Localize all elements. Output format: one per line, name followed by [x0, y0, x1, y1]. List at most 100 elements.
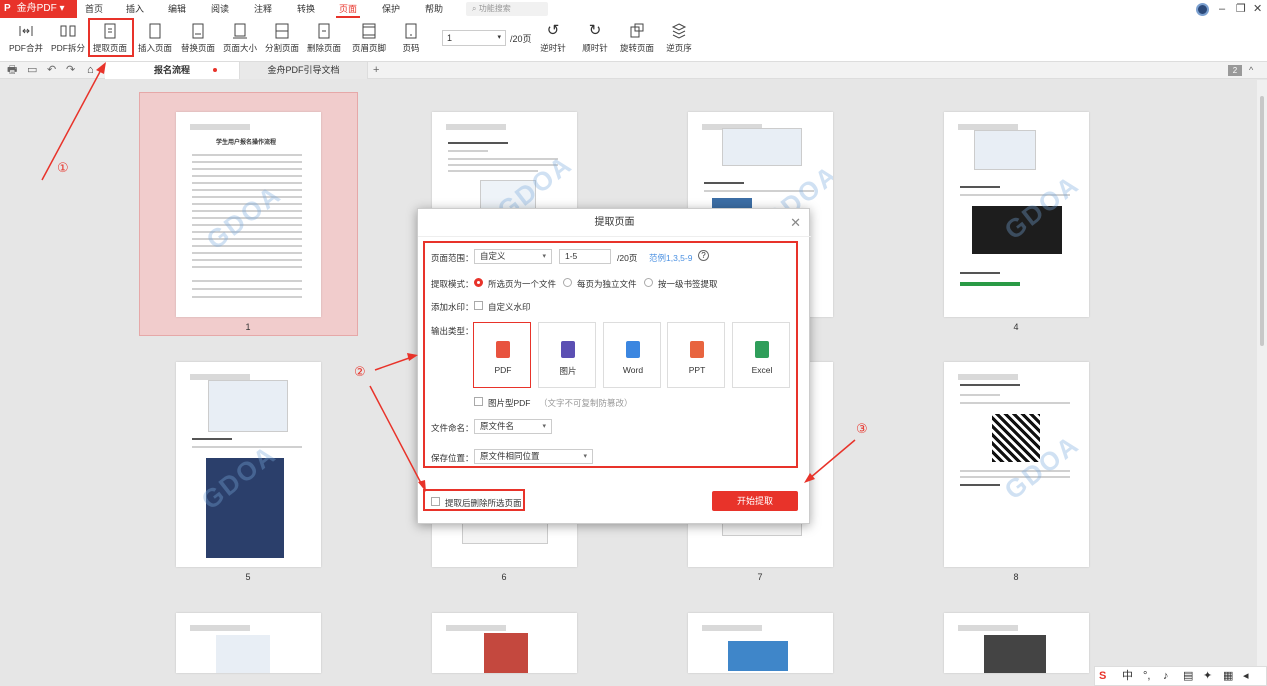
start-extract-button[interactable]: 开始提取 [712, 491, 798, 511]
output-type-label: PDF [494, 365, 512, 375]
page-thumbnail-1[interactable]: 学生用户报名操作流程 GDOA [176, 112, 321, 317]
mode-radio-single[interactable] [474, 278, 483, 287]
custom-watermark-label: 自定义水印 [488, 302, 531, 312]
replace-page-button[interactable]: 替换页面 [180, 20, 216, 60]
home-icon[interactable]: ⌂ [87, 63, 94, 77]
range-input[interactable]: 1-5 [559, 249, 611, 264]
toc-line [192, 266, 302, 268]
watermark-label: 添加水印： [431, 302, 474, 312]
delete-after-checkbox[interactable] [431, 497, 440, 506]
menu-home[interactable]: 首页 [84, 0, 104, 18]
tab-guide-document[interactable]: 金舟PDF引导文档 [240, 62, 368, 79]
menu-convert[interactable]: 转换 [296, 0, 316, 18]
skin-icon[interactable]: ✦ [1203, 669, 1212, 683]
custom-watermark-checkbox[interactable] [474, 301, 483, 310]
output-label: 输出类型： [431, 326, 474, 336]
insert-page-label: 插入页面 [137, 43, 172, 53]
mode-radio-bookmark[interactable] [644, 278, 653, 287]
output-type-excel[interactable]: Excel [732, 322, 790, 388]
user-avatar[interactable] [1196, 3, 1209, 16]
menu-edit[interactable]: 编辑 [167, 0, 187, 18]
page-thumbnail-4[interactable]: GDOA [944, 112, 1089, 317]
filename-select[interactable]: 原文件名 ▾ [474, 419, 552, 434]
menu-help[interactable]: 帮助 [424, 0, 444, 18]
toc-line [192, 288, 302, 290]
save-location-label: 保存位置： [431, 453, 474, 463]
microphone-icon[interactable]: ♪ [1163, 669, 1169, 683]
page-total-label: /20页 [510, 34, 532, 44]
pdf-merge-label: PDF合并 [8, 43, 43, 53]
reverse-order-button[interactable]: 逆页序 [661, 20, 697, 60]
image-pdf-checkbox[interactable] [474, 397, 483, 406]
output-type-image[interactable]: 图片 [538, 322, 596, 388]
page-header [190, 124, 250, 130]
menu-page[interactable]: 页面 [336, 0, 360, 18]
dialog-close-icon[interactable]: ✕ [790, 215, 801, 231]
rotate-page-button[interactable]: 旋转页面 [619, 20, 655, 60]
range-select[interactable]: 自定义 ▾ [474, 249, 552, 264]
page-number-input[interactable]: 1 ▾ [442, 30, 506, 46]
page-thumbnail-11[interactable] [688, 613, 833, 673]
page-size-label: 页面大小 [222, 43, 257, 53]
collapse-icon[interactable]: ^ [1249, 63, 1253, 77]
undo-icon[interactable]: ↶ [47, 63, 56, 77]
grid-icon[interactable]: ▦ [1223, 669, 1233, 683]
save-location-select[interactable]: 原文件相同位置 ▾ [474, 449, 593, 464]
menu-protect[interactable]: 保护 [381, 0, 401, 18]
rotate-ccw-button[interactable]: ↺ 逆时针 [535, 20, 571, 60]
save-icon[interactable]: ▭ [27, 63, 37, 77]
image-pdf-note: （文字不可复制防篡改） [539, 398, 633, 408]
page-thumbnail-12[interactable] [944, 613, 1089, 673]
sogou-logo-icon[interactable]: S [1099, 669, 1106, 683]
close-window-icon[interactable]: ✕ [1253, 0, 1262, 18]
insert-page-button[interactable]: 插入页面 [137, 20, 173, 60]
feature-search-input[interactable]: ⌕ 功能搜索 [466, 2, 548, 16]
menu-annotate[interactable]: 注释 [253, 0, 273, 18]
heading-line [960, 186, 1000, 188]
page-number-5: 5 [245, 572, 251, 582]
toc-line [192, 252, 302, 254]
pdf-merge-button[interactable]: PDF合并 [8, 20, 44, 60]
keyboard-icon[interactable]: ▤ [1183, 669, 1193, 683]
more-icon[interactable]: ◂ [1243, 669, 1249, 683]
page-thumbnail-9[interactable] [176, 613, 321, 673]
minimize-icon[interactable]: – [1219, 0, 1225, 18]
page-thumbnail-5[interactable]: GDOA [176, 362, 321, 567]
menu-insert[interactable]: 插入 [125, 0, 145, 18]
page-thumbnail-8[interactable]: GDOA [944, 362, 1089, 567]
help-icon[interactable]: ? [698, 250, 709, 261]
page-number-7: 7 [757, 572, 763, 582]
screenshot-image [728, 641, 788, 671]
save-location-value: 原文件相同位置 [480, 451, 540, 461]
add-tab-icon[interactable]: + [373, 63, 379, 77]
output-type-word[interactable]: Word [603, 322, 661, 388]
redo-icon[interactable]: ↷ [66, 63, 75, 77]
rotate-cw-button[interactable]: ↻ 顺时针 [577, 20, 613, 60]
restore-icon[interactable]: ❐ [1236, 0, 1246, 18]
rotate-ccw-label: 逆时针 [540, 43, 566, 53]
page-dropdown-icon[interactable]: ▾ [497, 31, 501, 45]
delete-page-button[interactable]: 删除页面 [306, 20, 342, 60]
page-size-button[interactable]: 页面大小 [222, 20, 258, 60]
mode-radio-each[interactable] [563, 278, 572, 287]
replace-page-label: 替换页面 [180, 43, 215, 53]
scroll-thumb[interactable] [1260, 96, 1264, 346]
print-icon[interactable]: 🖶 [7, 63, 17, 77]
replace-page-icon [190, 23, 206, 39]
output-type-pdf[interactable]: PDF [473, 322, 531, 388]
screenshot-image [216, 635, 270, 673]
rotate-cw-label: 顺时针 [582, 43, 608, 53]
text-line [960, 402, 1070, 404]
split-page-button[interactable]: 分割页面 [264, 20, 300, 60]
output-type-ppt[interactable]: PPT [667, 322, 725, 388]
app-logo[interactable]: P 金舟PDF ▾ [0, 0, 77, 18]
header-footer-button[interactable]: 页眉页脚 [351, 20, 387, 60]
ime-mode[interactable]: 中 [1122, 669, 1133, 683]
pdf-split-button[interactable]: PDF拆分 [50, 20, 86, 60]
rotate-page-label: 旋转页面 [619, 43, 654, 53]
punctuation-icon[interactable]: °, [1143, 669, 1150, 683]
menu-read[interactable]: 阅读 [210, 0, 230, 18]
page-number-button[interactable]: 页码 [393, 20, 429, 60]
tab-registration-process[interactable]: 报名流程 [105, 62, 240, 79]
page-thumbnail-10[interactable] [432, 613, 577, 673]
